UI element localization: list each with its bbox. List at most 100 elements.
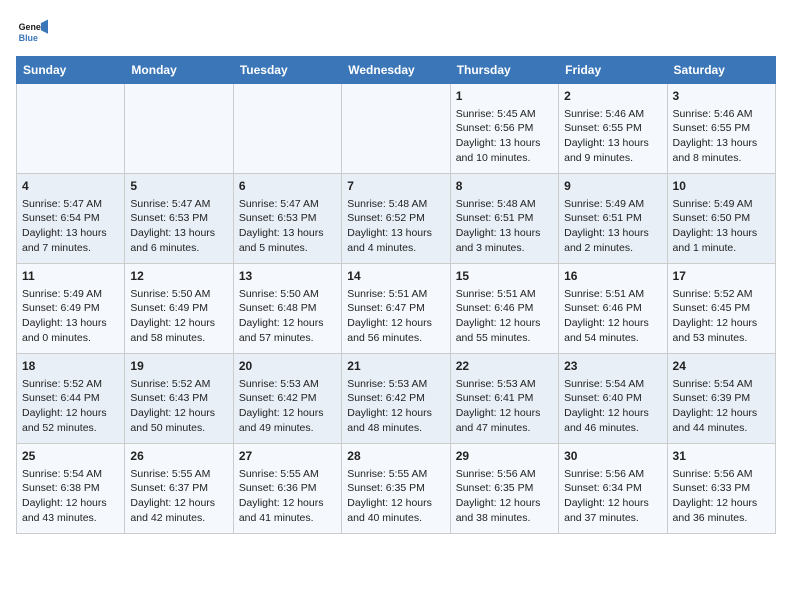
day-number: 30	[564, 448, 661, 465]
day-info: Sunrise: 5:53 AM Sunset: 6:42 PM Dayligh…	[239, 377, 336, 436]
day-info: Sunrise: 5:53 AM Sunset: 6:42 PM Dayligh…	[347, 377, 444, 436]
calendar-cell: 24 Sunrise: 5:54 AM Sunset: 6:39 PM Dayli…	[667, 354, 775, 444]
header-row: SundayMondayTuesdayWednesdayThursdayFrid…	[17, 57, 776, 84]
calendar-cell: 28 Sunrise: 5:55 AM Sunset: 6:35 PM Dayli…	[342, 444, 450, 534]
calendar-cell: 1Sunrise: 5:45 AM Sunset: 6:56 PM Daylig…	[450, 84, 558, 174]
calendar-cell: 27 Sunrise: 5:55 AM Sunset: 6:36 PM Dayli…	[233, 444, 341, 534]
day-number: 28	[347, 448, 444, 465]
day-number: 16	[564, 268, 661, 285]
day-info: Sunrise: 5:52 AM Sunset: 6:43 PM Dayligh…	[130, 377, 227, 436]
day-number: 8	[456, 178, 553, 195]
day-info: Sunrise: 5:49 AM Sunset: 6:49 PM Dayligh…	[22, 287, 119, 346]
calendar-cell: 2 Sunrise: 5:46 AM Sunset: 6:55 PM Daylig…	[559, 84, 667, 174]
calendar-cell: 26 Sunrise: 5:55 AM Sunset: 6:37 PM Dayli…	[125, 444, 233, 534]
calendar-cell: 6 Sunrise: 5:47 AM Sunset: 6:53 PM Daylig…	[233, 174, 341, 264]
calendar-cell: 14 Sunrise: 5:51 AM Sunset: 6:47 PM Dayli…	[342, 264, 450, 354]
day-number: 3	[673, 88, 770, 105]
day-info: Sunrise: 5:49 AM Sunset: 6:50 PM Dayligh…	[673, 197, 770, 256]
day-info: Sunrise: 5:54 AM Sunset: 6:39 PM Dayligh…	[673, 377, 770, 436]
calendar-cell: 9 Sunrise: 5:49 AM Sunset: 6:51 PM Daylig…	[559, 174, 667, 264]
day-number: 19	[130, 358, 227, 375]
day-number: 11	[22, 268, 119, 285]
day-info: Sunrise: 5:47 AM Sunset: 6:54 PM Dayligh…	[22, 197, 119, 256]
day-info: Sunrise: 5:50 AM Sunset: 6:49 PM Dayligh…	[130, 287, 227, 346]
svg-text:Blue: Blue	[19, 33, 38, 43]
col-header-thursday: Thursday	[450, 57, 558, 84]
calendar-cell: 23Sunrise: 5:54 AM Sunset: 6:40 PM Dayli…	[559, 354, 667, 444]
calendar-cell: 7 Sunrise: 5:48 AM Sunset: 6:52 PM Daylig…	[342, 174, 450, 264]
week-row-5: 25Sunrise: 5:54 AM Sunset: 6:38 PM Dayli…	[17, 444, 776, 534]
day-number: 5	[130, 178, 227, 195]
day-info: Sunrise: 5:48 AM Sunset: 6:52 PM Dayligh…	[347, 197, 444, 256]
day-info: Sunrise: 5:52 AM Sunset: 6:45 PM Dayligh…	[673, 287, 770, 346]
day-number: 13	[239, 268, 336, 285]
day-info: Sunrise: 5:51 AM Sunset: 6:47 PM Dayligh…	[347, 287, 444, 346]
day-number: 18	[22, 358, 119, 375]
day-info: Sunrise: 5:55 AM Sunset: 6:36 PM Dayligh…	[239, 467, 336, 526]
day-number: 22	[456, 358, 553, 375]
week-row-2: 4Sunrise: 5:47 AM Sunset: 6:54 PM Daylig…	[17, 174, 776, 264]
week-row-1: 1Sunrise: 5:45 AM Sunset: 6:56 PM Daylig…	[17, 84, 776, 174]
col-header-monday: Monday	[125, 57, 233, 84]
calendar-cell	[233, 84, 341, 174]
day-number: 26	[130, 448, 227, 465]
calendar-cell: 22 Sunrise: 5:53 AM Sunset: 6:41 PM Dayli…	[450, 354, 558, 444]
day-number: 1	[456, 88, 553, 105]
day-info: Sunrise: 5:46 AM Sunset: 6:55 PM Dayligh…	[564, 107, 661, 166]
week-row-3: 11 Sunrise: 5:49 AM Sunset: 6:49 PM Dayli…	[17, 264, 776, 354]
calendar-cell: 15 Sunrise: 5:51 AM Sunset: 6:46 PM Dayli…	[450, 264, 558, 354]
day-number: 24	[673, 358, 770, 375]
calendar-cell: 19 Sunrise: 5:52 AM Sunset: 6:43 PM Dayli…	[125, 354, 233, 444]
col-header-wednesday: Wednesday	[342, 57, 450, 84]
page-header: General Blue	[16, 16, 776, 48]
day-number: 7	[347, 178, 444, 195]
day-info: Sunrise: 5:46 AM Sunset: 6:55 PM Dayligh…	[673, 107, 770, 166]
col-header-saturday: Saturday	[667, 57, 775, 84]
day-info: Sunrise: 5:55 AM Sunset: 6:35 PM Dayligh…	[347, 467, 444, 526]
day-info: Sunrise: 5:47 AM Sunset: 6:53 PM Dayligh…	[130, 197, 227, 256]
calendar-cell: 31 Sunrise: 5:56 AM Sunset: 6:33 PM Dayli…	[667, 444, 775, 534]
calendar-cell: 25Sunrise: 5:54 AM Sunset: 6:38 PM Dayli…	[17, 444, 125, 534]
calendar-cell: 30 Sunrise: 5:56 AM Sunset: 6:34 PM Dayli…	[559, 444, 667, 534]
col-header-tuesday: Tuesday	[233, 57, 341, 84]
day-number: 21	[347, 358, 444, 375]
calendar-cell: 17 Sunrise: 5:52 AM Sunset: 6:45 PM Dayli…	[667, 264, 775, 354]
day-info: Sunrise: 5:49 AM Sunset: 6:51 PM Dayligh…	[564, 197, 661, 256]
calendar-cell: 12 Sunrise: 5:50 AM Sunset: 6:49 PM Dayli…	[125, 264, 233, 354]
day-info: Sunrise: 5:56 AM Sunset: 6:34 PM Dayligh…	[564, 467, 661, 526]
day-number: 9	[564, 178, 661, 195]
calendar-cell: 10 Sunrise: 5:49 AM Sunset: 6:50 PM Dayli…	[667, 174, 775, 264]
calendar-cell: 8Sunrise: 5:48 AM Sunset: 6:51 PM Daylig…	[450, 174, 558, 264]
calendar-cell: 11 Sunrise: 5:49 AM Sunset: 6:49 PM Dayli…	[17, 264, 125, 354]
day-number: 10	[673, 178, 770, 195]
day-info: Sunrise: 5:51 AM Sunset: 6:46 PM Dayligh…	[456, 287, 553, 346]
logo-icon: General Blue	[16, 16, 48, 48]
day-info: Sunrise: 5:47 AM Sunset: 6:53 PM Dayligh…	[239, 197, 336, 256]
day-info: Sunrise: 5:56 AM Sunset: 6:33 PM Dayligh…	[673, 467, 770, 526]
calendar-table: SundayMondayTuesdayWednesdayThursdayFrid…	[16, 56, 776, 534]
day-number: 14	[347, 268, 444, 285]
day-number: 23	[564, 358, 661, 375]
calendar-cell: 20Sunrise: 5:53 AM Sunset: 6:42 PM Dayli…	[233, 354, 341, 444]
day-info: Sunrise: 5:55 AM Sunset: 6:37 PM Dayligh…	[130, 467, 227, 526]
day-info: Sunrise: 5:53 AM Sunset: 6:41 PM Dayligh…	[456, 377, 553, 436]
calendar-cell	[17, 84, 125, 174]
day-number: 2	[564, 88, 661, 105]
col-header-sunday: Sunday	[17, 57, 125, 84]
day-number: 31	[673, 448, 770, 465]
day-number: 17	[673, 268, 770, 285]
calendar-cell: 4Sunrise: 5:47 AM Sunset: 6:54 PM Daylig…	[17, 174, 125, 264]
calendar-cell: 5 Sunrise: 5:47 AM Sunset: 6:53 PM Daylig…	[125, 174, 233, 264]
day-number: 27	[239, 448, 336, 465]
calendar-cell	[342, 84, 450, 174]
day-info: Sunrise: 5:56 AM Sunset: 6:35 PM Dayligh…	[456, 467, 553, 526]
day-number: 6	[239, 178, 336, 195]
day-number: 25	[22, 448, 119, 465]
calendar-cell: 21 Sunrise: 5:53 AM Sunset: 6:42 PM Dayli…	[342, 354, 450, 444]
week-row-4: 18Sunrise: 5:52 AM Sunset: 6:44 PM Dayli…	[17, 354, 776, 444]
day-number: 12	[130, 268, 227, 285]
day-info: Sunrise: 5:50 AM Sunset: 6:48 PM Dayligh…	[239, 287, 336, 346]
logo: General Blue	[16, 16, 52, 48]
day-number: 15	[456, 268, 553, 285]
calendar-cell: 13 Sunrise: 5:50 AM Sunset: 6:48 PM Dayli…	[233, 264, 341, 354]
